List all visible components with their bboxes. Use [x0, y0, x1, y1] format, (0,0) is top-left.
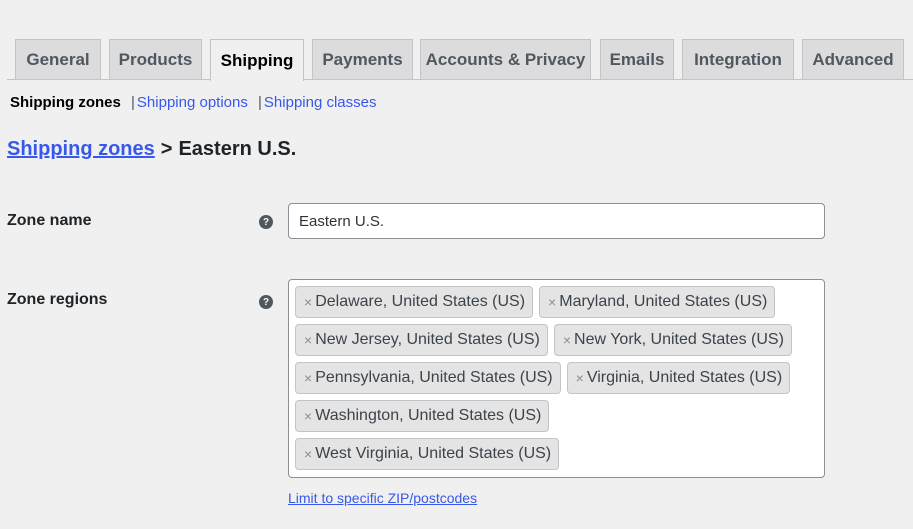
remove-icon[interactable]: ×	[304, 332, 312, 348]
region-chip-label: Pennsylvania, United States (US)	[315, 369, 553, 386]
subnav-separator: |	[131, 94, 135, 111]
remove-icon[interactable]: ×	[304, 446, 312, 462]
tab-emails[interactable]: Emails	[600, 39, 674, 79]
zone-regions-select[interactable]: × Delaware, United States (US) × Maryland,…	[288, 279, 825, 478]
breadcrumb: Shipping zones > Eastern U.S.	[7, 138, 296, 161]
tabs-divider	[7, 79, 913, 80]
subnav-shipping-options[interactable]: Shipping options	[137, 94, 248, 111]
region-chip-label: New Jersey, United States (US)	[315, 331, 540, 348]
zone-name-input[interactable]	[288, 203, 825, 239]
subnav-separator: |	[258, 94, 262, 111]
remove-icon[interactable]: ×	[548, 294, 556, 310]
subnav-shipping-classes[interactable]: Shipping classes	[264, 94, 377, 111]
remove-icon[interactable]: ×	[563, 332, 571, 348]
remove-icon[interactable]: ×	[576, 370, 584, 386]
region-chip: × Delaware, United States (US)	[295, 286, 534, 318]
region-chip-label: Delaware, United States (US)	[315, 293, 526, 310]
region-chip-label: New York, United States (US)	[574, 331, 784, 348]
tab-integration[interactable]: Integration	[682, 39, 794, 79]
subnav-shipping-zones[interactable]: Shipping zones	[10, 94, 121, 111]
region-chip-label: Washington, United States (US)	[315, 407, 542, 424]
region-chip: × New York, United States (US)	[553, 324, 792, 356]
remove-icon[interactable]: ×	[304, 408, 312, 424]
tab-products[interactable]: Products	[109, 39, 202, 79]
tab-shipping[interactable]: Shipping	[210, 39, 304, 81]
tab-general[interactable]: General	[15, 39, 101, 79]
remove-icon[interactable]: ×	[304, 370, 312, 386]
zone-name-label: Zone name	[7, 212, 92, 229]
region-chip: × Maryland, United States (US)	[539, 286, 776, 318]
zone-regions-label: Zone regions	[7, 291, 108, 308]
region-chip: × New Jersey, United States (US)	[295, 324, 548, 356]
region-chip-label: Virginia, United States (US)	[586, 369, 783, 386]
tab-accounts-privacy[interactable]: Accounts & Privacy	[420, 39, 591, 79]
region-chip: × West Virginia, United States (US)	[295, 438, 560, 470]
tab-advanced[interactable]: Advanced	[802, 39, 904, 79]
breadcrumb-current: Eastern U.S.	[178, 138, 297, 160]
region-chip: × Pennsylvania, United States (US)	[295, 362, 561, 394]
breadcrumb-shipping-zones-link[interactable]: Shipping zones	[7, 138, 155, 160]
remove-icon[interactable]: ×	[304, 294, 312, 310]
help-icon[interactable]: ?	[259, 215, 273, 229]
settings-tabs: General Products Shipping Payments Accou…	[0, 39, 913, 81]
tab-payments[interactable]: Payments	[312, 39, 413, 79]
region-chip-label: West Virginia, United States (US)	[315, 445, 552, 462]
region-chip: × Virginia, United States (US)	[566, 362, 791, 394]
limit-zip-postcodes-link[interactable]: Limit to specific ZIP/postcodes	[288, 490, 477, 506]
breadcrumb-separator: >	[160, 138, 173, 160]
help-icon[interactable]: ?	[259, 295, 273, 309]
region-chip-label: Maryland, United States (US)	[559, 293, 768, 310]
region-chip: × Washington, United States (US)	[295, 400, 550, 432]
shipping-subnav: Shipping zones | Shipping options | Shippi…	[10, 94, 377, 111]
